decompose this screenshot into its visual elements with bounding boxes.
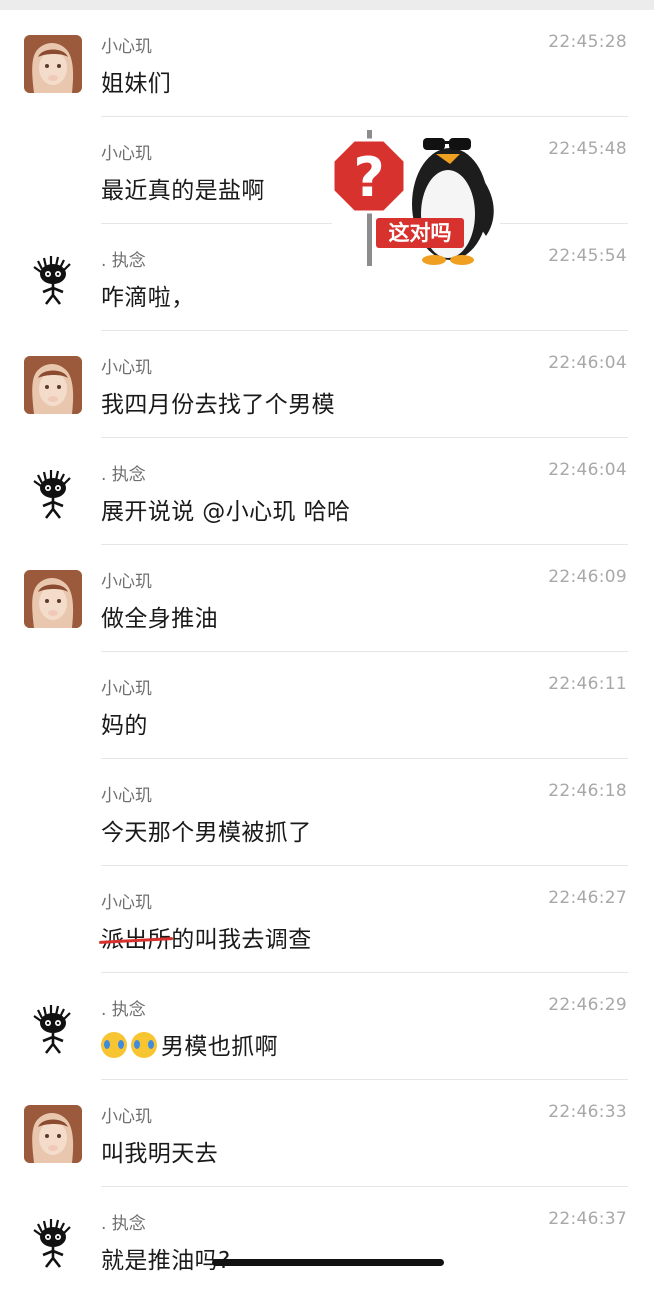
crying-laughing-emoji [101, 1032, 127, 1058]
message-text-rest: 的叫我去调查 [171, 927, 312, 953]
chat-message[interactable]: 小心玑 22:46:18 今天那个男模被抓了 [0, 759, 654, 866]
struck-text: 派出所 [101, 920, 171, 954]
sender-name: . 执念 [101, 465, 146, 485]
sender-name: 小心玑 [101, 144, 152, 164]
chat-message[interactable]: . 执念 22:46:29 男模也抓啊 [0, 973, 654, 1080]
sender-name: 小心玑 [101, 37, 152, 57]
home-indicator[interactable] [212, 1259, 444, 1266]
message-text: 展开说说 @小心玑 哈哈 [101, 499, 351, 525]
sender-name: 小心玑 [101, 893, 152, 913]
message-time: 22:46:11 [548, 674, 627, 694]
sender-name: 小心玑 [101, 572, 152, 592]
cartoon-avatar[interactable] [24, 998, 82, 1056]
chat-message[interactable]: 小心玑 22:45:28 姐妹们 [0, 10, 654, 117]
chat-message[interactable]: . 执念 22:46:37 就是推油吗? [0, 1187, 654, 1294]
message-text: 妈的 [101, 713, 148, 739]
message-time: 22:46:29 [548, 995, 627, 1015]
message-time: 22:46:27 [548, 888, 627, 908]
girl-avatar[interactable] [24, 570, 82, 628]
chat-message[interactable]: 小心玑 22:46:11 妈的 [0, 652, 654, 759]
message-time: 22:45:28 [548, 32, 627, 52]
message-time: 22:46:04 [548, 460, 627, 480]
message-text: 男模也抓啊 [101, 1027, 278, 1061]
chat-message[interactable]: 小心玑 22:46:09 做全身推油 [0, 545, 654, 652]
girl-avatar[interactable] [24, 356, 82, 414]
message-text: 最近真的是盐啊 [101, 178, 265, 204]
chat-message[interactable]: 小心玑 22:46:27 派出所的叫我去调查 [0, 866, 654, 973]
message-text: 我四月份去找了个男模 [101, 392, 335, 418]
penguin-question-sticker[interactable]: ? 这对吗 [331, 118, 500, 270]
message-text: 做全身推油 [101, 606, 218, 632]
sender-name: . 执念 [101, 1000, 146, 1020]
message-text-rest: 男模也抓啊 [161, 1034, 278, 1060]
sender-name: 小心玑 [101, 679, 152, 699]
chat-message[interactable]: . 执念 22:45:54 咋滴啦， [0, 224, 654, 331]
chat-message[interactable]: 小心玑 22:46:04 我四月份去找了个男模 [0, 331, 654, 438]
crying-laughing-emoji [131, 1032, 157, 1058]
message-time: 22:46:04 [548, 353, 627, 373]
message-time: 22:45:54 [548, 246, 627, 266]
message-text: 姐妹们 [101, 71, 172, 97]
message-time: 22:46:09 [548, 567, 627, 587]
sender-name: 小心玑 [101, 358, 152, 378]
cartoon-avatar[interactable] [24, 1212, 82, 1270]
sender-name: . 执念 [101, 1214, 146, 1234]
cartoon-avatar[interactable] [24, 463, 82, 521]
message-text: 今天那个男模被抓了 [101, 820, 312, 846]
svg-text:?: ? [353, 146, 384, 209]
chat-message[interactable]: 小心玑 22:46:33 叫我明天去 [0, 1080, 654, 1187]
message-text: 就是推油吗? [101, 1248, 231, 1274]
top-status-strip [0, 0, 654, 10]
girl-avatar[interactable] [24, 35, 82, 93]
girl-avatar[interactable] [24, 1105, 82, 1163]
message-time: 22:46:33 [548, 1102, 627, 1122]
chat-message[interactable]: 小心玑 22:45:48 最近真的是盐啊 [0, 117, 654, 224]
sender-name: . 执念 [101, 251, 146, 271]
sender-name: 小心玑 [101, 1107, 152, 1127]
message-time: 22:46:18 [548, 781, 627, 801]
sender-name: 小心玑 [101, 786, 152, 806]
chat-message[interactable]: . 执念 22:46:04 展开说说 @小心玑 哈哈 [0, 438, 654, 545]
message-time: 22:46:37 [548, 1209, 627, 1229]
sticker-sign-text: 这对吗 [389, 221, 452, 245]
message-text: 派出所的叫我去调查 [101, 920, 312, 954]
cartoon-avatar[interactable] [24, 249, 82, 307]
message-text: 咋滴啦， [101, 285, 195, 311]
message-time: 22:45:48 [548, 139, 627, 159]
message-text: 叫我明天去 [101, 1141, 218, 1167]
